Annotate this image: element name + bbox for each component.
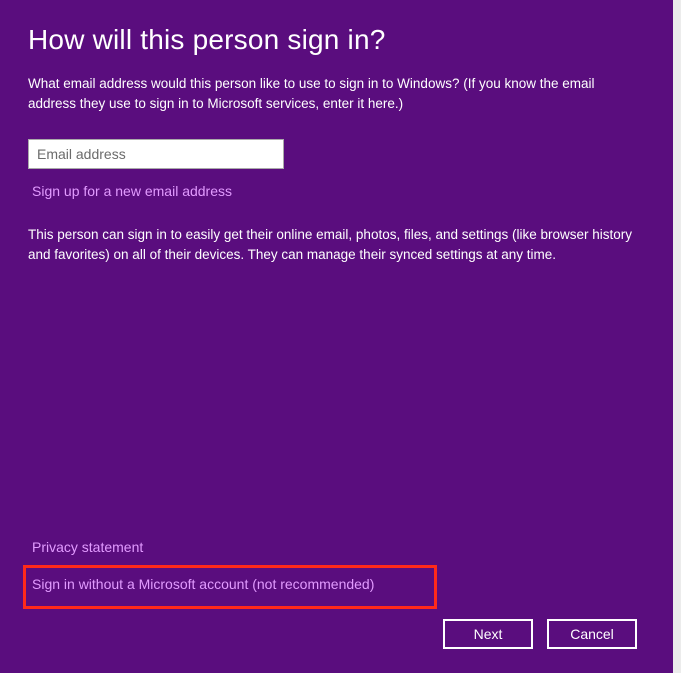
cancel-button[interactable]: Cancel — [547, 619, 637, 649]
intro-text: What email address would this person lik… — [28, 74, 638, 113]
signin-without-link[interactable]: Sign in without a Microsoft account (not… — [32, 576, 374, 592]
next-button[interactable]: Next — [443, 619, 533, 649]
right-edge-strip — [673, 0, 681, 673]
button-row: Next Cancel — [28, 619, 645, 653]
signup-link[interactable]: Sign up for a new email address — [32, 183, 645, 199]
description-text: This person can sign in to easily get th… — [28, 225, 638, 264]
privacy-link[interactable]: Privacy statement — [32, 539, 645, 555]
email-field[interactable] — [28, 139, 284, 169]
page-title: How will this person sign in? — [28, 24, 645, 56]
highlight-box: Sign in without a Microsoft account (not… — [23, 565, 437, 609]
